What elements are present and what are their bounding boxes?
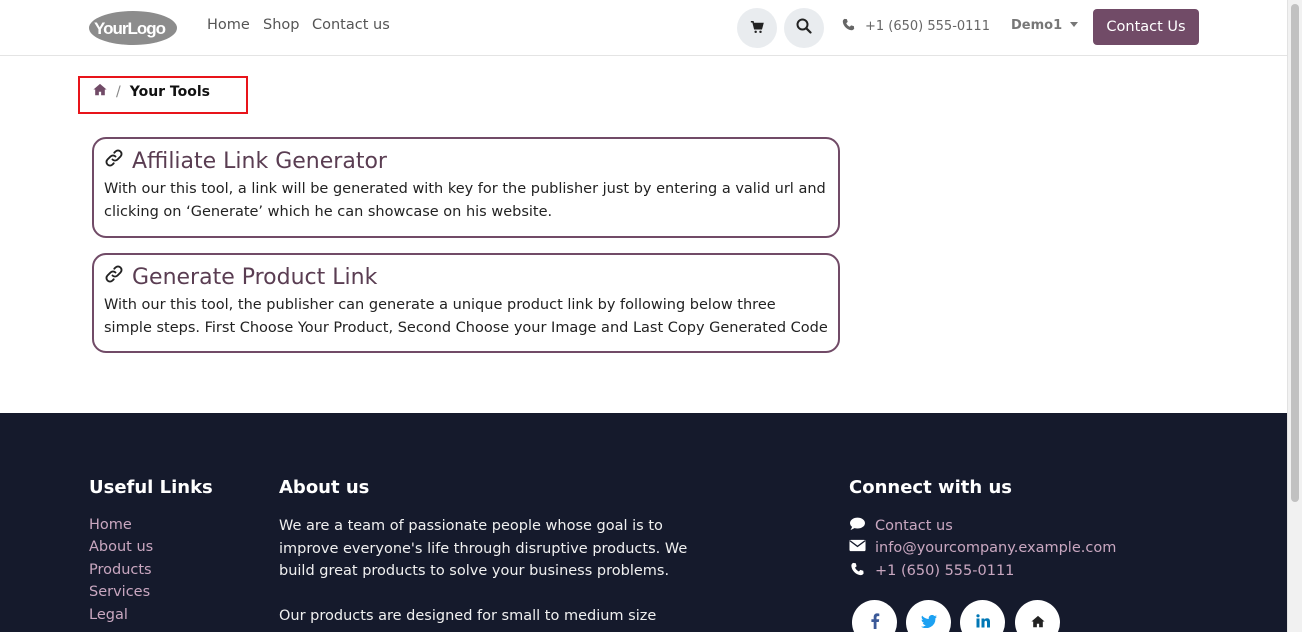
user-menu[interactable]: Demo1 — [1011, 18, 1079, 33]
header-phone-number: +1 (650) 555-0111 — [865, 19, 990, 34]
nav-home[interactable]: Home — [207, 17, 250, 33]
site-footer: Useful Links Home About us Products Serv… — [0, 413, 1287, 632]
cart-icon — [750, 19, 764, 38]
footer-email-link[interactable]: info@yourcompany.example.com — [849, 539, 1116, 556]
logo-text: YourLogo — [94, 19, 166, 38]
tool-card-product-link[interactable]: Generate Product Link With our this tool… — [92, 253, 840, 353]
breadcrumb: / Your Tools — [93, 83, 210, 100]
connect-heading: Connect with us — [849, 477, 1012, 498]
cart-button[interactable] — [737, 8, 777, 48]
breadcrumb-current: Your Tools — [129, 83, 210, 100]
envelope-icon — [849, 539, 866, 556]
twitter-icon — [920, 613, 937, 632]
about-paragraph-2: Our products are designed for small to m… — [279, 608, 657, 632]
footer-link-home[interactable]: Home — [89, 517, 132, 533]
link-icon — [104, 263, 124, 293]
home-button[interactable] — [1015, 600, 1060, 632]
footer-link-legal[interactable]: Legal — [89, 607, 128, 623]
linkedin-icon — [975, 613, 990, 632]
site-logo[interactable]: YourLogo — [88, 10, 178, 46]
linkedin-button[interactable] — [960, 600, 1005, 632]
footer-link-about-us[interactable]: About us — [89, 539, 153, 555]
user-name: Demo1 — [1011, 18, 1063, 33]
facebook-icon — [870, 612, 880, 632]
twitter-button[interactable] — [906, 600, 951, 632]
nav-shop[interactable]: Shop — [263, 17, 299, 33]
page-scrollbar[interactable] — [1287, 0, 1302, 632]
card-description: With our this tool, the publisher can ge… — [104, 297, 828, 336]
footer-phone-link[interactable]: +1 (650) 555-0111 — [849, 562, 1014, 580]
phone-icon — [842, 18, 855, 35]
search-button[interactable] — [784, 8, 824, 48]
card-title: Generate Product Link — [132, 265, 378, 290]
phone-icon — [849, 562, 866, 580]
link-icon — [104, 147, 124, 177]
footer-email-label: info@yourcompany.example.com — [875, 539, 1117, 556]
footer-contact-link[interactable]: Contact us — [849, 517, 953, 535]
tool-card-affiliate-link[interactable]: Affiliate Link Generator With our this t… — [92, 137, 840, 238]
caret-down-icon — [1070, 22, 1079, 27]
footer-phone-label: +1 (650) 555-0111 — [875, 563, 1015, 579]
breadcrumb-separator: / — [116, 83, 121, 100]
useful-links-heading: Useful Links — [89, 477, 213, 498]
about-paragraph: We are a team of passionate people whose… — [279, 518, 688, 579]
card-title: Affiliate Link Generator — [132, 149, 387, 174]
header-phone[interactable]: +1 (650) 555-0111 — [842, 18, 990, 35]
facebook-button[interactable] — [852, 600, 897, 632]
home-icon[interactable] — [93, 83, 107, 100]
footer-link-products[interactable]: Products — [89, 562, 152, 578]
comment-icon — [849, 517, 866, 535]
contact-us-button[interactable]: Contact Us — [1093, 9, 1199, 45]
search-icon — [796, 18, 812, 38]
nav-contact-us[interactable]: Contact us — [312, 17, 390, 33]
footer-link-services[interactable]: Services — [89, 584, 150, 600]
home-icon — [1030, 613, 1045, 632]
about-heading: About us — [279, 477, 370, 498]
scrollbar-thumb[interactable] — [1291, 4, 1299, 502]
card-description: With our this tool, a link will be gener… — [104, 181, 826, 220]
footer-contact-label: Contact us — [875, 518, 953, 534]
site-header: YourLogo Home Shop Contact us +1 (650) 5… — [0, 0, 1287, 56]
